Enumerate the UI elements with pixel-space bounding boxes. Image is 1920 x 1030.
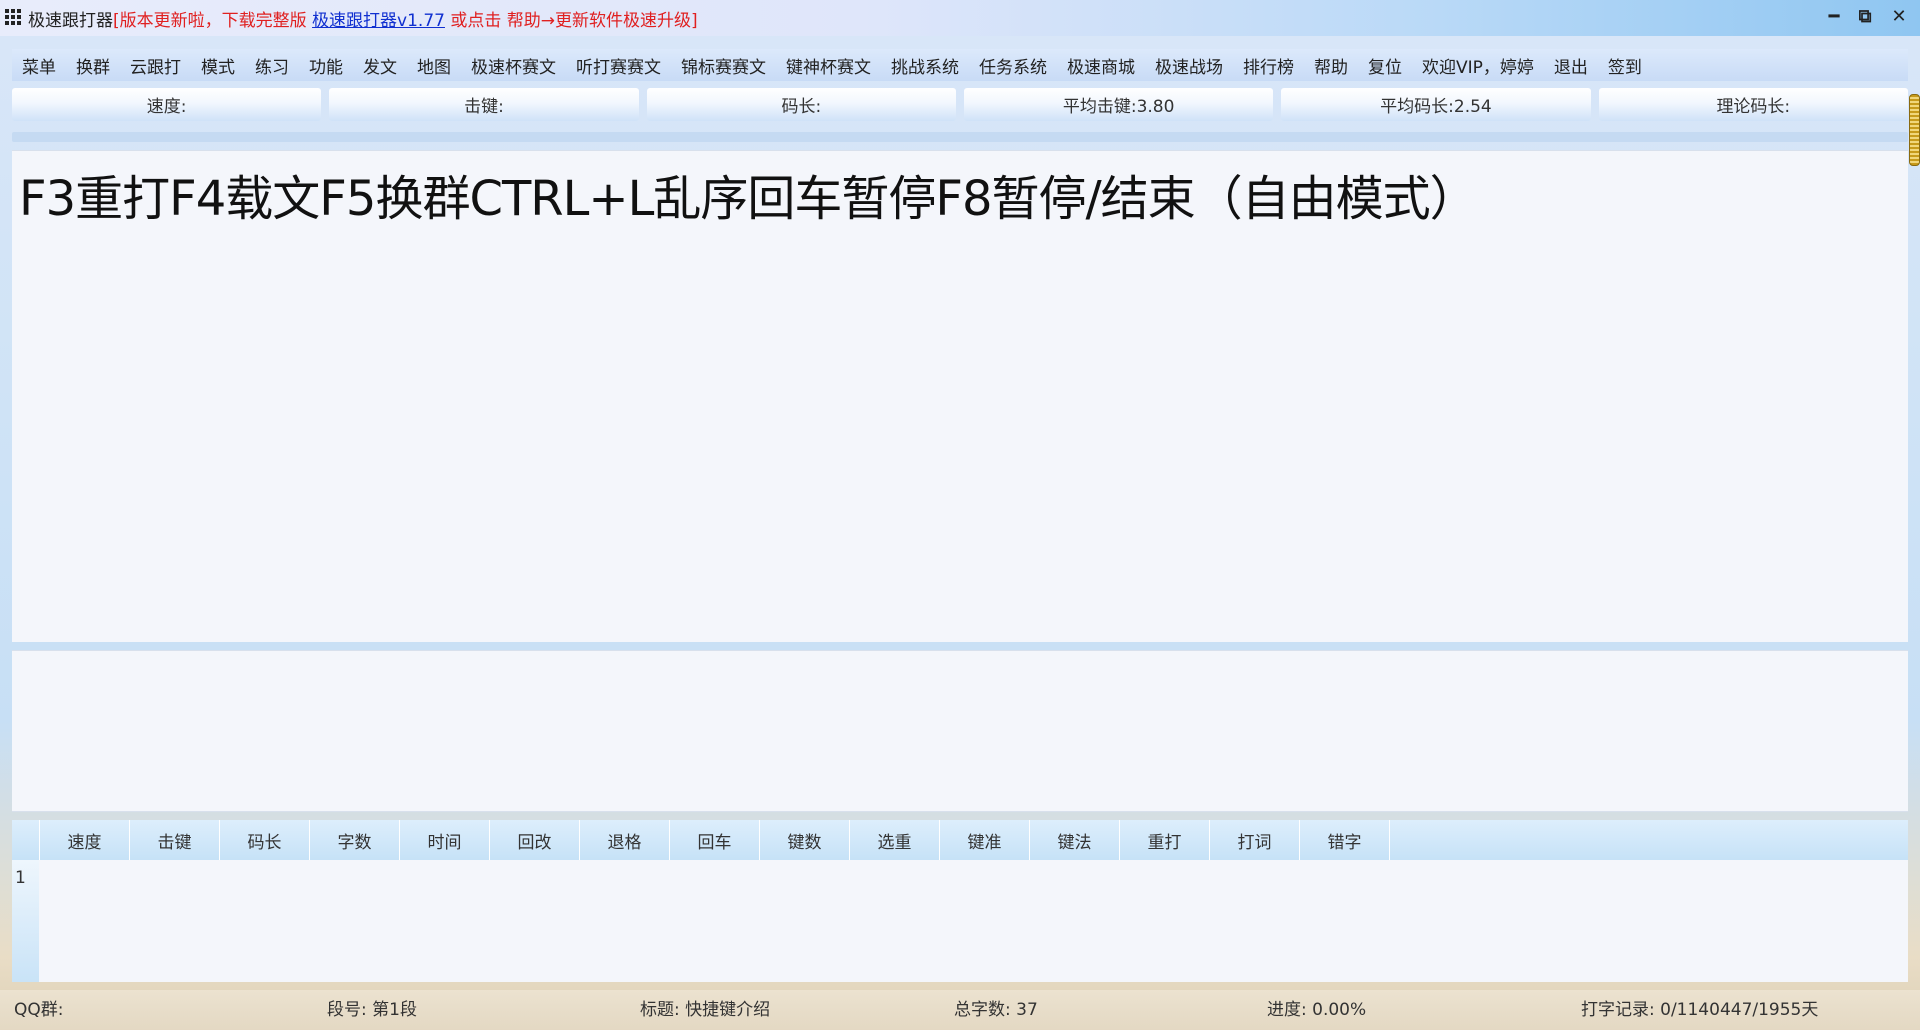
typing-progress-bar — [12, 132, 1908, 142]
app-name: 极速跟打器 — [28, 11, 113, 31]
column-header-errors[interactable]: 错字 — [1300, 820, 1390, 860]
window-title: 极速跟打器[版本更新啦，下载完整版 极速跟打器v1.77 或点击 帮助→更新软件… — [28, 6, 698, 31]
column-header-speed[interactable]: 速度 — [40, 820, 130, 860]
update-notice-prefix: [版本更新啦，下载完整版 — [113, 11, 313, 31]
reference-text: F3重打F4载文F5换群CTRL+L乱序回车暂停F8暂停/结束（自由模式） — [19, 171, 1478, 227]
menu-item-exit[interactable]: 退出 — [1544, 53, 1598, 78]
stat-theory-code-length: 理论码长: — [1598, 88, 1908, 121]
column-header-code-length[interactable]: 码长 — [220, 820, 310, 860]
column-header-select-repeat[interactable]: 选重 — [850, 820, 940, 860]
menu-item-reset[interactable]: 复位 — [1358, 53, 1412, 78]
menu-item-map[interactable]: 地图 — [407, 53, 461, 78]
column-header-key-method[interactable]: 键法 — [1030, 820, 1120, 860]
status-total-chars: 总字数: 37 — [954, 1000, 1038, 1020]
stat-code-length: 码长: — [646, 88, 956, 121]
download-link[interactable]: 极速跟打器v1.77 — [312, 11, 445, 31]
vertical-scrollbar[interactable] — [1908, 88, 1920, 988]
results-table: 速度 击键 码长 字数 时间 回改 退格 回车 键数 选重 键准 键法 重打 打… — [12, 820, 1908, 982]
menu-item-switch-group[interactable]: 换群 — [66, 53, 120, 78]
stat-speed: 速度: — [12, 88, 322, 121]
column-header-key-count[interactable]: 键数 — [760, 820, 850, 860]
menu-item-help[interactable]: 帮助 — [1304, 53, 1358, 78]
menu-item-mode[interactable]: 模式 — [191, 53, 245, 78]
stats-bar: 速度: 击键: 码长: 平均击键:3.80 平均码长:2.54 理论码长: — [12, 88, 1908, 122]
close-icon[interactable]: ✕ — [1887, 5, 1911, 29]
menu-item-shop[interactable]: 极速商城 — [1057, 53, 1145, 78]
status-bar: QQ群: 段号: 第1段 标题: 快捷键介绍 总字数: 37 进度: 0.00%… — [0, 990, 1920, 1030]
menu-item-key-god-cup[interactable]: 键神杯赛文 — [776, 53, 881, 78]
reference-text-panel: F3重打F4载文F5换群CTRL+L乱序回车暂停F8暂停/结束（自由模式） — [12, 150, 1908, 642]
column-header-corrections[interactable]: 回改 — [490, 820, 580, 860]
stat-avg-keystroke: 平均击键:3.80 — [963, 88, 1274, 121]
scrollbar-thumb[interactable] — [1909, 94, 1920, 166]
restore-icon[interactable]: ⧉ — [1853, 5, 1877, 29]
menu-item-tasks[interactable]: 任务系统 — [969, 53, 1057, 78]
update-notice-suffix: 或点击 帮助→更新软件极速升级] — [444, 11, 698, 31]
column-header-keystroke[interactable]: 击键 — [130, 820, 220, 860]
menu-item-challenge[interactable]: 挑战系统 — [881, 53, 969, 78]
column-header-retype[interactable]: 重打 — [1120, 820, 1210, 860]
menu-item-send-text[interactable]: 发文 — [353, 53, 407, 78]
menu-item-practice[interactable]: 练习 — [245, 53, 299, 78]
column-header-enter[interactable]: 回车 — [670, 820, 760, 860]
row-number[interactable]: 1 — [15, 868, 26, 888]
menu-item-welcome-vip[interactable]: 欢迎VIP，婷婷 — [1412, 53, 1544, 78]
status-progress: 进度: 0.00% — [1267, 1000, 1367, 1020]
column-header-backspace[interactable]: 退格 — [580, 820, 670, 860]
column-header-key-accuracy[interactable]: 键准 — [940, 820, 1030, 860]
status-title: 标题: 快捷键介绍 — [640, 1000, 771, 1020]
typing-input-area[interactable] — [12, 650, 1908, 812]
app-grid-icon[interactable] — [5, 9, 21, 25]
menu-item-sign-in[interactable]: 签到 — [1598, 53, 1652, 78]
menu-item-function[interactable]: 功能 — [299, 53, 353, 78]
column-header-word-typing[interactable]: 打词 — [1210, 820, 1300, 860]
column-header-char-count[interactable]: 字数 — [310, 820, 400, 860]
menu-item-championship[interactable]: 锦标赛赛文 — [671, 53, 776, 78]
menu-item-listen-match[interactable]: 听打赛赛文 — [566, 53, 671, 78]
column-header-time[interactable]: 时间 — [400, 820, 490, 860]
stat-keystroke: 击键: — [329, 88, 639, 121]
menu-item-speed-cup[interactable]: 极速杯赛文 — [461, 53, 566, 78]
stat-avg-code-length: 平均码长:2.54 — [1281, 88, 1591, 121]
menu-item-menu[interactable]: 菜单 — [12, 53, 66, 78]
menu-item-cloud-follow[interactable]: 云跟打 — [120, 53, 191, 78]
status-qq-group: QQ群: — [14, 1000, 64, 1020]
menu-item-battlefield[interactable]: 极速战场 — [1145, 53, 1233, 78]
results-table-header: 速度 击键 码长 字数 时间 回改 退格 回车 键数 选重 键准 键法 重打 打… — [12, 820, 1908, 860]
title-bar: 极速跟打器[版本更新啦，下载完整版 极速跟打器v1.77 或点击 帮助→更新软件… — [0, 0, 1920, 36]
menu-item-leaderboard[interactable]: 排行榜 — [1233, 53, 1304, 78]
minimize-icon[interactable]: ━ — [1822, 5, 1846, 29]
status-segment: 段号: 第1段 — [327, 1000, 417, 1020]
menu-bar: 菜单 换群 云跟打 模式 练习 功能 发文 地图 极速杯赛文 听打赛赛文 锦标赛… — [12, 49, 1908, 81]
table-corner — [12, 820, 40, 860]
status-typing-record: 打字记录: 0/1140447/1955天 — [1581, 1000, 1819, 1020]
